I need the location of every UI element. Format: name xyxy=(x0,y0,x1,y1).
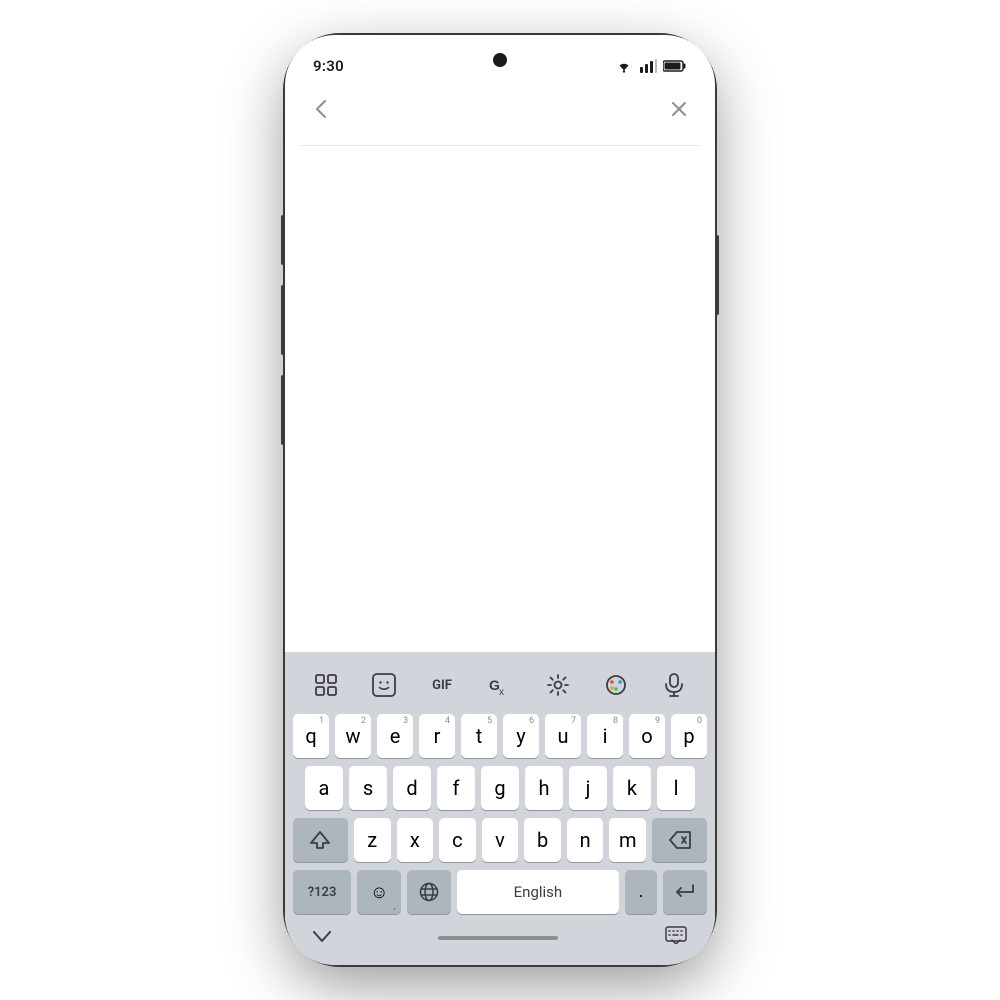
search-area[interactable] xyxy=(301,133,699,146)
key-x[interactable]: x xyxy=(397,818,434,862)
key-p[interactable]: 0 p xyxy=(671,714,707,758)
key-k[interactable]: k xyxy=(613,766,651,810)
key-o[interactable]: 9 o xyxy=(629,714,665,758)
key-u[interactable]: 7 u xyxy=(545,714,581,758)
shift-icon xyxy=(310,830,330,850)
globe-icon xyxy=(419,882,439,902)
nav-bar xyxy=(285,83,715,133)
translate-toolbar-button[interactable]: G x xyxy=(481,666,519,704)
signal-icon xyxy=(639,59,657,73)
key-i[interactable]: 8 i xyxy=(587,714,623,758)
apps-toolbar-button[interactable] xyxy=(307,666,345,704)
key-r[interactable]: 4 r xyxy=(419,714,455,758)
key-t[interactable]: 5 t xyxy=(461,714,497,758)
battery-icon xyxy=(663,60,687,72)
backspace-icon xyxy=(669,831,691,849)
period-key[interactable]: . xyxy=(625,870,657,914)
backspace-key[interactable] xyxy=(652,818,707,862)
key-l[interactable]: l xyxy=(657,766,695,810)
symbols-label: ?123 xyxy=(308,885,337,900)
period-label: . xyxy=(638,883,643,901)
key-m[interactable]: m xyxy=(609,818,646,862)
content-area xyxy=(285,146,715,652)
key-q[interactable]: 1 q xyxy=(293,714,329,758)
emoji-icon: ☺ xyxy=(370,882,388,903)
symbols-key[interactable]: ?123 xyxy=(293,870,351,914)
key-g[interactable]: g xyxy=(481,766,519,810)
phone-screen: 9:30 xyxy=(285,35,715,965)
svg-text:x: x xyxy=(499,687,504,697)
key-v[interactable]: v xyxy=(482,818,519,862)
sticker-toolbar-button[interactable] xyxy=(365,666,403,704)
status-time: 9:30 xyxy=(313,57,344,75)
volume-down-button xyxy=(281,375,285,445)
key-j[interactable]: j xyxy=(569,766,607,810)
key-z[interactable]: z xyxy=(354,818,391,862)
theme-toolbar-button[interactable] xyxy=(597,666,635,704)
home-indicator xyxy=(438,936,558,940)
globe-key[interactable] xyxy=(407,870,451,914)
keyboard-hide-button[interactable] xyxy=(665,926,687,949)
key-n[interactable]: n xyxy=(567,818,604,862)
mic-toolbar-button[interactable] xyxy=(655,666,693,704)
settings-toolbar-button[interactable] xyxy=(539,666,577,704)
key-s[interactable]: s xyxy=(349,766,387,810)
mute-button xyxy=(281,215,285,265)
key-f[interactable]: f xyxy=(437,766,475,810)
space-key[interactable]: English xyxy=(457,870,619,914)
enter-key[interactable] xyxy=(663,870,707,914)
key-row-1: 1 q 2 w 3 e 4 r xyxy=(293,714,707,758)
close-button[interactable] xyxy=(663,93,695,125)
key-w[interactable]: 2 w xyxy=(335,714,371,758)
key-e[interactable]: 3 e xyxy=(377,714,413,758)
key-h[interactable]: h xyxy=(525,766,563,810)
camera-notch xyxy=(493,53,507,67)
shift-key[interactable] xyxy=(293,818,348,862)
key-row-2: a s d f g h xyxy=(293,766,707,810)
key-rows: 1 q 2 w 3 e 4 r xyxy=(289,714,711,918)
keyboard-toolbar: GIF G x xyxy=(289,660,711,714)
gif-label: GIF xyxy=(432,678,452,693)
power-button xyxy=(715,235,719,315)
phone-frame: 9:30 xyxy=(285,35,715,965)
emoji-key[interactable]: ☺ , xyxy=(357,870,401,914)
space-label: English xyxy=(514,885,563,900)
enter-icon xyxy=(675,884,695,900)
status-bar: 9:30 xyxy=(285,35,715,83)
status-icons xyxy=(615,59,687,73)
key-c[interactable]: c xyxy=(439,818,476,862)
keyboard-bottom-bar xyxy=(289,918,711,961)
key-a[interactable]: a xyxy=(305,766,343,810)
keyboard: GIF G x xyxy=(285,652,715,965)
wifi-icon xyxy=(615,59,633,73)
key-b[interactable]: b xyxy=(524,818,561,862)
gif-toolbar-button[interactable]: GIF xyxy=(423,666,461,704)
back-button[interactable] xyxy=(305,93,337,125)
key-row-bottom: ?123 ☺ , Eng xyxy=(293,870,707,914)
key-row-3: z x c v b n xyxy=(293,818,707,862)
chevron-down-button[interactable] xyxy=(313,927,331,948)
volume-up-button xyxy=(281,285,285,355)
key-d[interactable]: d xyxy=(393,766,431,810)
key-y[interactable]: 6 y xyxy=(503,714,539,758)
